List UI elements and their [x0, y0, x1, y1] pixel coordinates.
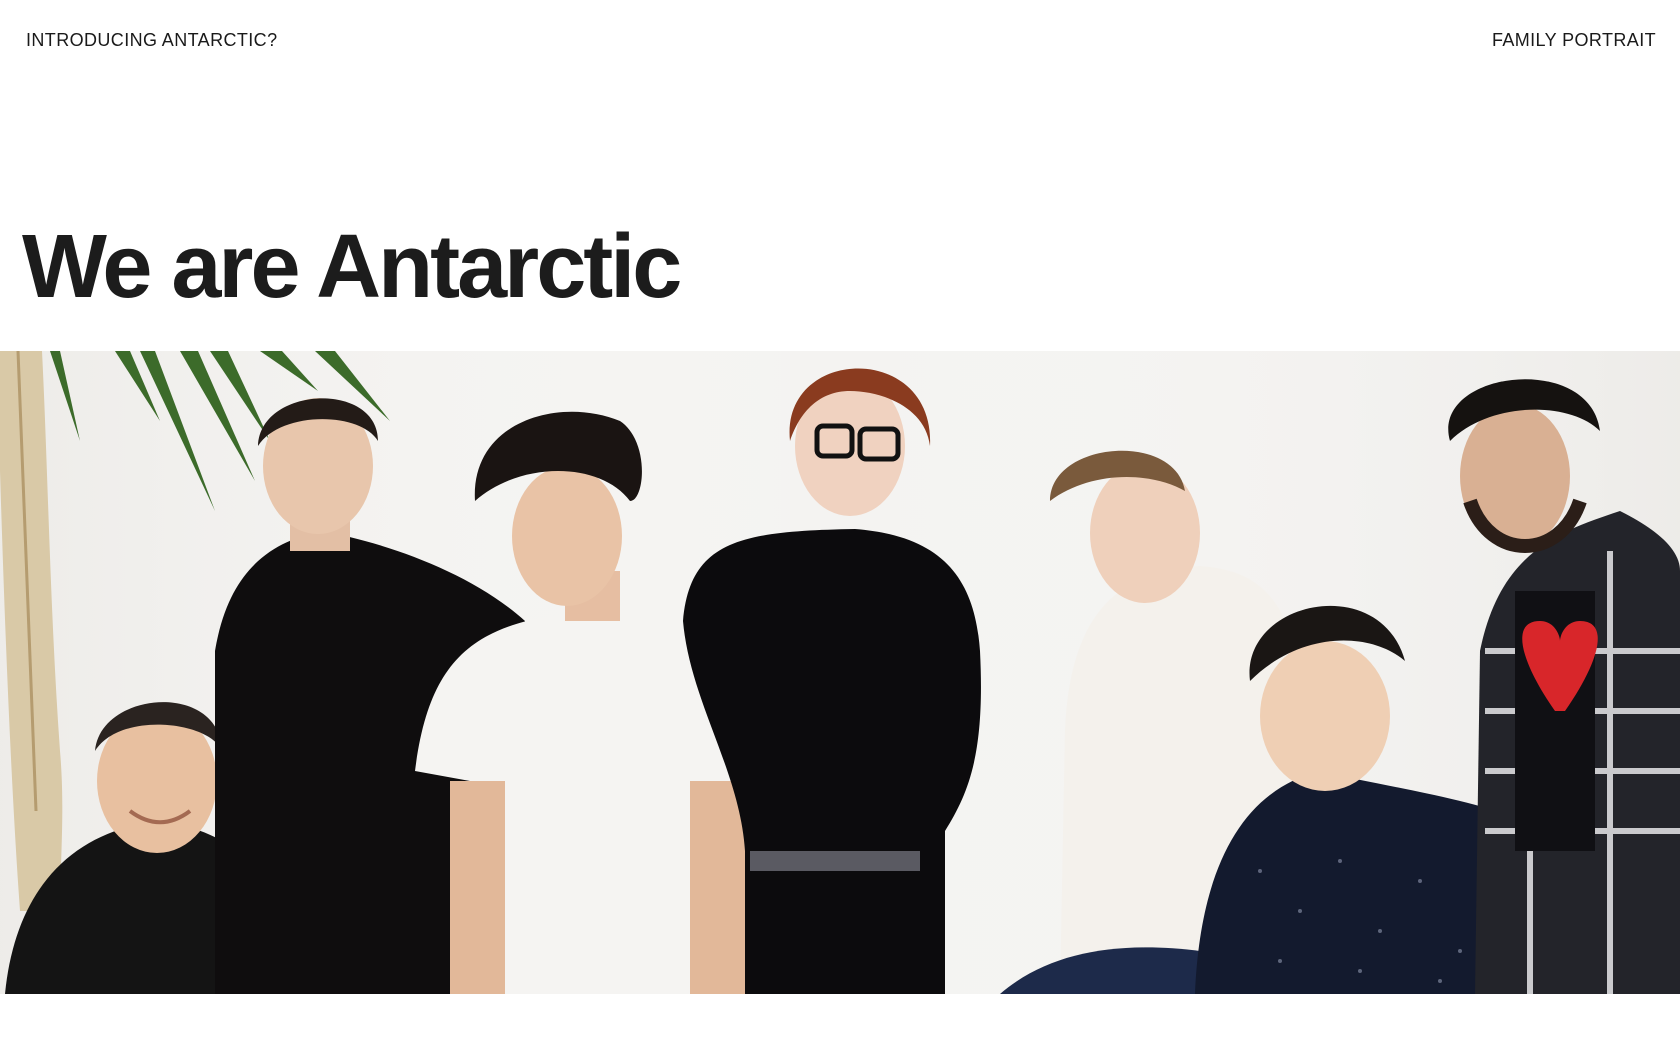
- nav-link-introducing-antarctic[interactable]: INTRODUCING ANTARCTIC?: [26, 30, 277, 51]
- top-navigation: INTRODUCING ANTARCTIC? FAMILY PORTRAIT: [26, 28, 1656, 52]
- page-headline: We are Antarctic: [22, 217, 682, 317]
- team-portrait-photo: [0, 351, 1680, 994]
- nav-link-family-portrait[interactable]: FAMILY PORTRAIT: [1492, 30, 1656, 51]
